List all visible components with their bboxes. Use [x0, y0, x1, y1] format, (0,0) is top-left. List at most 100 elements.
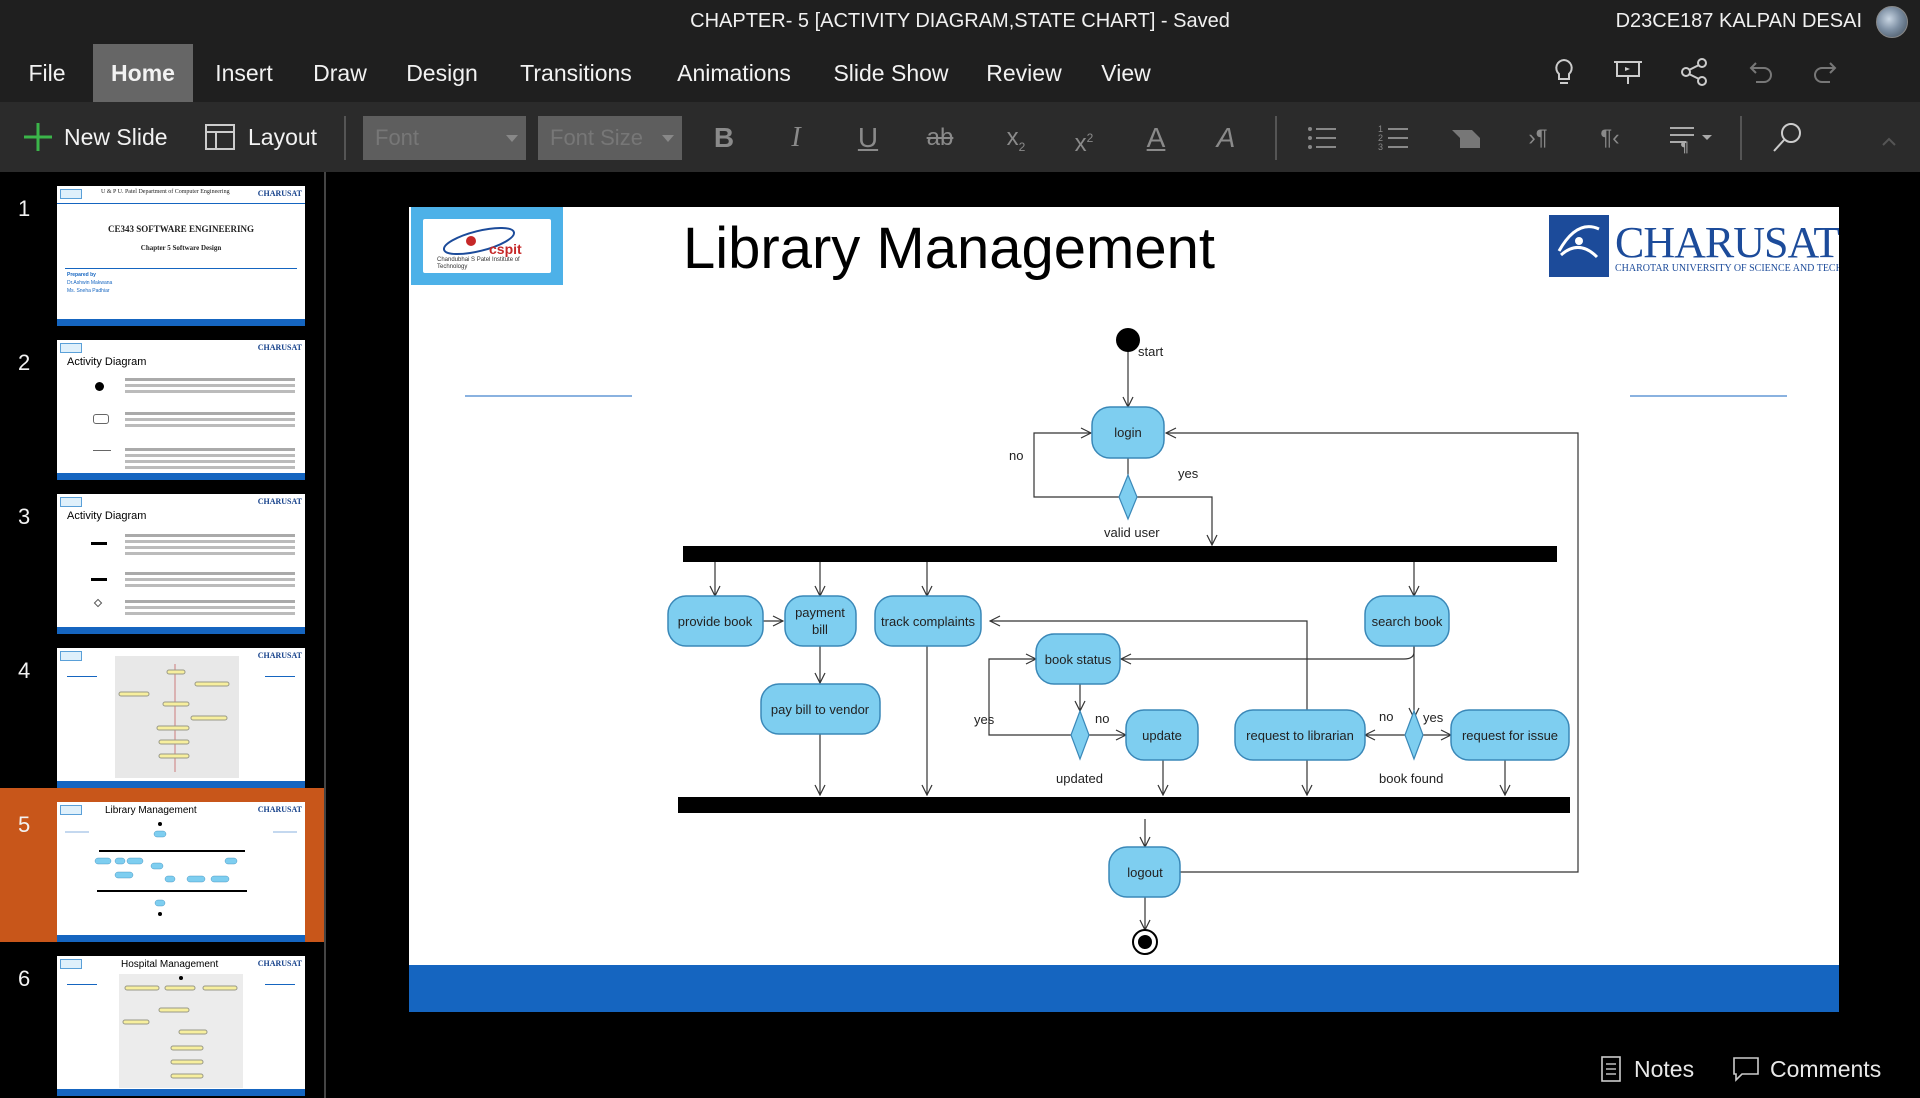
user-name[interactable]: D23CE187 KALPAN DESAI [1616, 10, 1862, 33]
charusat-logo: CHARUSAT [257, 343, 302, 352]
slide-line: Prepared by [67, 272, 96, 278]
slide-line: U & P U. Patel Department of Computer En… [101, 189, 230, 195]
tab-design[interactable]: Design [396, 44, 488, 102]
cspit-logo [60, 805, 82, 815]
divider [57, 203, 305, 204]
divider [65, 268, 297, 269]
start-label: start [1138, 344, 1164, 359]
tab-draw[interactable]: Draw [303, 44, 377, 102]
charusat-logo: CHARUSAT [257, 497, 302, 506]
strikethrough-icon[interactable]: ab [920, 118, 960, 158]
guard-yes-label: yes [1423, 710, 1444, 725]
chevron-up-icon[interactable] [1880, 136, 1898, 148]
slide-bottom-bar [57, 1089, 305, 1096]
book-status-label: book status [1045, 652, 1112, 667]
notes-icon [1601, 1056, 1621, 1082]
charusat-logo: CHARUSAT [257, 805, 302, 814]
undo-icon[interactable] [1742, 54, 1778, 90]
slide-thumbnail-6[interactable]: 6 CHARUSAT Hospital Management [0, 942, 324, 1096]
numbered-list-icon[interactable]: 1 2 3 [1374, 118, 1414, 158]
text-lines [125, 534, 295, 537]
request-for-issue-label: request for issue [1462, 728, 1558, 743]
layout-icon [205, 124, 235, 150]
bold-icon[interactable]: B [704, 118, 744, 158]
comments-label: Comments [1770, 1055, 1882, 1082]
layout-button[interactable]: Layout [204, 116, 317, 158]
decision-book-found[interactable] [1404, 709, 1424, 761]
search-icon[interactable] [1768, 118, 1808, 158]
divider [265, 984, 295, 985]
font-color-icon[interactable]: A [1136, 118, 1176, 158]
fork-bar[interactable] [683, 546, 1557, 562]
ltr-paragraph-icon[interactable]: ›¶ [1518, 118, 1558, 158]
paragraph-spacing-icon[interactable]: ¶ [1666, 118, 1722, 158]
font-placeholder: Font [375, 125, 420, 150]
slide-preview: CHARUSAT Activity Diagram [57, 494, 305, 634]
slide-thumbnail-1[interactable]: 1 CHARUSAT U & P U. Patel Department of … [0, 172, 324, 326]
start-node[interactable] [1116, 328, 1140, 352]
font-dropdown[interactable]: Font [363, 116, 526, 160]
slide-thumbnail-3[interactable]: 3 CHARUSAT Activity Diagram [0, 480, 324, 634]
guard-no-label: no [1009, 448, 1023, 463]
diagram-thumbnail [115, 656, 239, 778]
superscript-icon[interactable]: x2 [1064, 118, 1104, 158]
svg-text:¶: ¶ [1680, 140, 1689, 156]
tab-insert[interactable]: Insert [203, 44, 285, 102]
decision-valid-user[interactable] [1118, 473, 1138, 521]
slide-heading: Activity Diagram [67, 356, 147, 368]
bullet-list-icon[interactable] [1302, 118, 1342, 158]
slide-number: 4 [18, 658, 31, 683]
guard-no-label: no [1379, 709, 1393, 724]
share-icon[interactable] [1676, 54, 1712, 90]
end-node[interactable] [1132, 929, 1158, 955]
tab-transitions[interactable]: Transitions [508, 44, 644, 102]
guard-yes-label: yes [974, 712, 995, 727]
underline-icon[interactable]: U [848, 118, 888, 158]
tab-review[interactable]: Review [978, 44, 1070, 102]
slide-line: Dr.Ashwin Makwana [67, 280, 113, 286]
rtl-paragraph-icon[interactable]: ¶‹ [1590, 118, 1630, 158]
divider [67, 676, 97, 677]
shape-fill-icon[interactable] [1446, 118, 1486, 158]
notes-button[interactable]: Notes [1600, 1054, 1694, 1084]
diagram-thumbnail [65, 822, 297, 916]
avatar[interactable] [1876, 6, 1908, 38]
comments-button[interactable]: Comments [1732, 1054, 1881, 1084]
slide-heading: Library Management [105, 805, 197, 816]
slide-number: 6 [18, 966, 31, 991]
clear-formatting-icon[interactable]: A [1206, 118, 1246, 158]
cspit-logo [60, 189, 82, 199]
slide-thumbnail-5[interactable]: 5 CHARUSAT Library Management [0, 788, 324, 942]
italic-icon[interactable]: I [776, 118, 816, 158]
slide-line: Ms. Sneha Padhiar [67, 288, 110, 294]
svg-text:3: 3 [1378, 142, 1383, 152]
pay-bill-to-vendor-label: pay bill to vendor [771, 702, 870, 717]
tab-file[interactable]: File [10, 44, 84, 102]
slide-heading: Hospital Management [121, 959, 219, 970]
lightbulb-icon[interactable] [1546, 54, 1582, 90]
redo-icon[interactable] [1808, 54, 1844, 90]
decision-updated[interactable] [1070, 709, 1090, 761]
tab-animations[interactable]: Animations [664, 44, 804, 102]
activity-payment-bill[interactable] [784, 595, 857, 647]
new-slide-button[interactable]: New Slide [22, 116, 168, 158]
present-icon[interactable] [1610, 54, 1646, 90]
layout-label: Layout [248, 123, 318, 150]
tab-home[interactable]: Home [93, 44, 193, 102]
notes-label: Notes [1634, 1055, 1695, 1082]
slide-thumbnail-2[interactable]: 2 CHARUSAT Activity Diagram [0, 326, 324, 480]
comment-icon [1733, 1057, 1759, 1082]
toolbar-divider [1740, 116, 1742, 160]
slide-thumbnail-4[interactable]: 4 CHARUSAT [0, 634, 324, 788]
cspit-logo [60, 959, 82, 969]
fork-symbol [91, 578, 107, 581]
tab-view[interactable]: View [1090, 44, 1162, 102]
subscript-icon[interactable]: x2 [996, 118, 1036, 158]
activity-diagram[interactable]: start login provide book payment bill tr… [409, 207, 1839, 1012]
join-bar[interactable] [678, 797, 1570, 813]
slide-preview: CHARUSAT Hospital Management [57, 956, 305, 1096]
updated-label: updated [1056, 771, 1103, 786]
tab-slide-show[interactable]: Slide Show [822, 44, 960, 102]
font-size-dropdown[interactable]: Font Size [538, 116, 682, 160]
slide[interactable]: cspit Chandubhai S Patel Institute of Te… [409, 207, 1839, 1012]
